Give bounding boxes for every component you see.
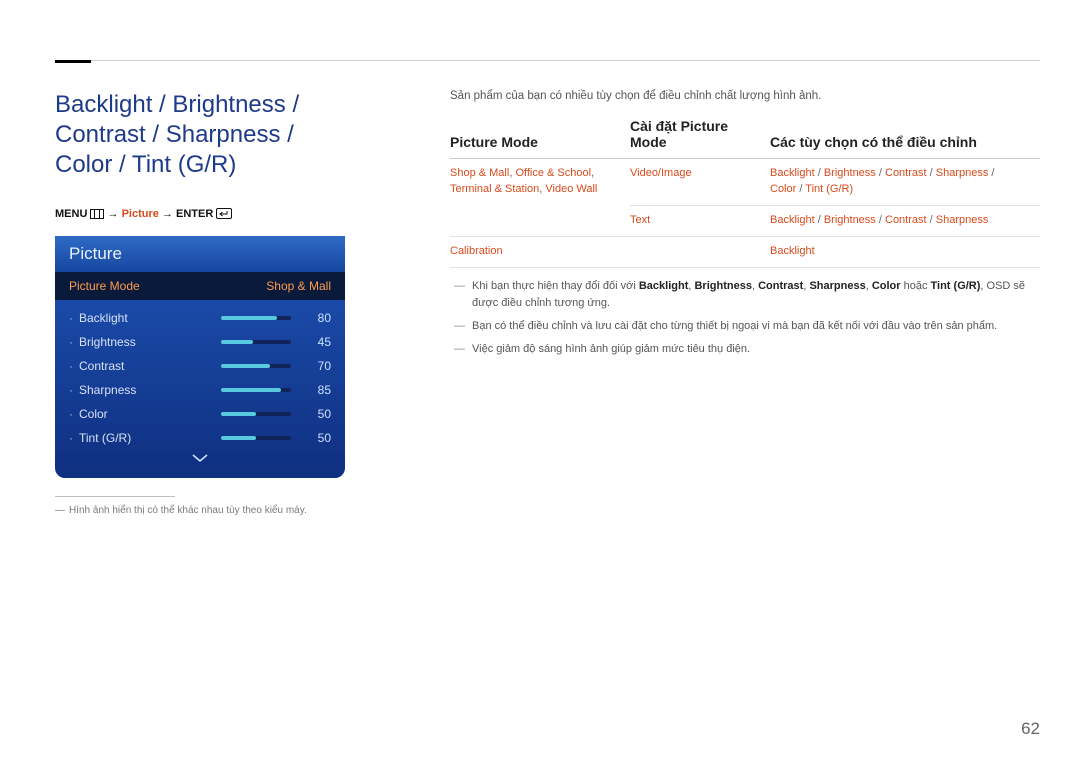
enter-icon [216, 208, 232, 222]
osd-selected-label: Picture Mode [69, 279, 140, 293]
osd-row-label: Tint (G/R) [79, 431, 221, 445]
cell-setting: Video/Image [630, 159, 770, 206]
cell-options: Backlight / Brightness / Contrast / Shar… [770, 205, 1040, 236]
cell-options: Backlight / Brightness / Contrast / Shar… [770, 159, 1040, 206]
note-3: Việc giảm độ sáng hình ảnh giúp giảm mức… [450, 341, 1040, 358]
footnote-rule [55, 496, 175, 497]
menu-path: MENU → Picture → ENTER [55, 208, 345, 222]
osd-footnote-text: Hình ảnh hiển thị có thể khác nhau tùy t… [69, 505, 307, 516]
osd-row-label: Backlight [79, 311, 221, 325]
slider-fill [221, 412, 256, 416]
slider-track[interactable] [221, 388, 291, 392]
arrow-2: → [162, 208, 173, 220]
osd-row-value: 85 [307, 383, 331, 397]
slider-fill [221, 316, 277, 320]
osd-title: Picture [55, 236, 345, 272]
osd-slider-row[interactable]: · Backlight 80 [69, 306, 331, 330]
osd-slider-row[interactable]: · Contrast 70 [69, 354, 331, 378]
bullet-icon: · [69, 383, 73, 397]
note-2: Bạn có thể điều chỉnh và lưu cài đặt cho… [450, 318, 1040, 335]
osd-row-value: 80 [307, 311, 331, 325]
slider-track[interactable] [221, 436, 291, 440]
page-title: Backlight / Brightness / Contrast / Shar… [55, 90, 345, 180]
osd-slider-row[interactable]: · Brightness 45 [69, 330, 331, 354]
cell-setting [630, 236, 770, 267]
osd-row-label: Contrast [79, 359, 221, 373]
th-setting: Cài đặt Picture Mode [630, 118, 770, 159]
cell-mode: Calibration [450, 236, 630, 267]
page-top-rule [55, 60, 1040, 61]
osd-picture-mode-row[interactable]: Picture Mode Shop & Mall [55, 272, 345, 300]
left-column: Backlight / Brightness / Contrast / Shar… [55, 90, 345, 516]
bullet-icon: · [69, 311, 73, 325]
slider-track[interactable] [221, 316, 291, 320]
slider-track[interactable] [221, 340, 291, 344]
slider-track[interactable] [221, 412, 291, 416]
th-picture-mode: Picture Mode [450, 118, 630, 159]
right-column: Sản phẩm của bạn có nhiều tùy chọn để đi… [450, 90, 1040, 358]
options-table: Picture Mode Cài đặt Picture Mode Các tù… [450, 118, 1040, 268]
chapter-accent [55, 60, 91, 63]
bullet-icon: · [69, 431, 73, 445]
cell-setting: Text [630, 205, 770, 236]
osd-row-label: Color [79, 407, 221, 421]
osd-row-value: 70 [307, 359, 331, 373]
cell-options: Backlight [770, 236, 1040, 267]
table-row: Calibration Backlight [450, 236, 1040, 267]
bullet-icon: · [69, 407, 73, 421]
osd-slider-row[interactable]: · Color 50 [69, 402, 331, 426]
osd-body: · Backlight 80 · Brightness 45 · Contrast 70 · Sha… [55, 300, 345, 478]
osd-footnote: ―Hình ảnh hiển thị có thể khác nhau tùy … [55, 505, 345, 516]
intro-text: Sản phẩm của bạn có nhiều tùy chọn để đi… [450, 90, 1040, 102]
menu-label: MENU [55, 208, 87, 220]
notes-list: Khi bạn thực hiện thay đổi đối với Backl… [450, 278, 1040, 358]
chevron-down-icon[interactable] [69, 450, 331, 470]
osd-row-label: Sharpness [79, 383, 221, 397]
osd-selected-value: Shop & Mall [266, 279, 331, 293]
osd-slider-row[interactable]: · Sharpness 85 [69, 378, 331, 402]
note-1: Khi bạn thực hiện thay đổi đối với Backl… [450, 278, 1040, 312]
table-row: Shop & Mall, Office & School, Terminal &… [450, 159, 1040, 206]
osd-row-label: Brightness [79, 335, 221, 349]
menu-path-picture: Picture [122, 208, 159, 220]
slider-fill [221, 364, 270, 368]
enter-label: ENTER [176, 208, 213, 220]
cell-mode: Shop & Mall, Office & School, Terminal &… [450, 159, 630, 237]
bullet-icon: · [69, 335, 73, 349]
osd-row-value: 50 [307, 407, 331, 421]
slider-fill [221, 388, 281, 392]
th-options: Các tùy chọn có thể điều chỉnh [770, 118, 1040, 159]
slider-fill [221, 436, 256, 440]
menu-icon [90, 209, 104, 222]
osd-row-value: 45 [307, 335, 331, 349]
arrow-1: → [108, 208, 119, 220]
slider-fill [221, 340, 253, 344]
slider-track[interactable] [221, 364, 291, 368]
bullet-icon: · [69, 359, 73, 373]
page-number: 62 [1021, 719, 1040, 739]
osd-slider-row[interactable]: · Tint (G/R) 50 [69, 426, 331, 450]
osd-row-value: 50 [307, 431, 331, 445]
osd-panel: Picture Picture Mode Shop & Mall · Backli… [55, 236, 345, 478]
